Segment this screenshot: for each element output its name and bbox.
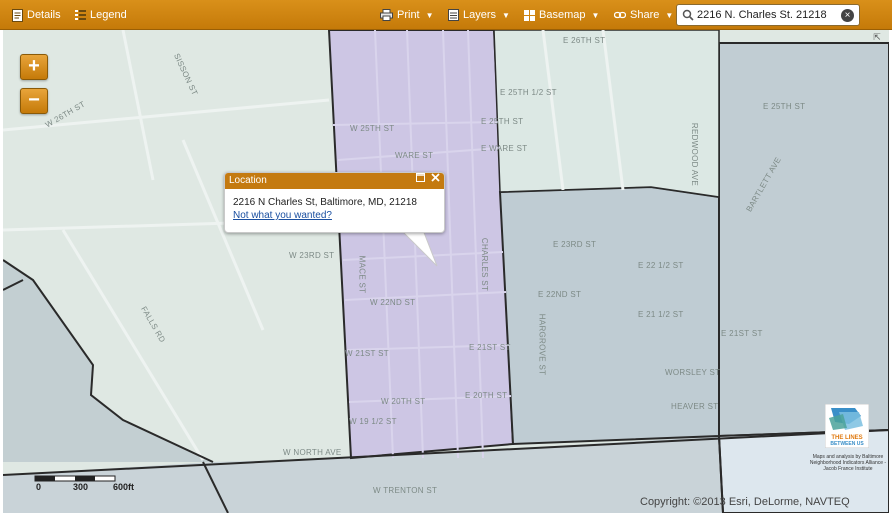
location-popup: Location 2216 N Charles St, Baltimore, M…: [224, 172, 445, 233]
street-label: W 23RD ST: [289, 251, 335, 260]
street-label: W 21ST ST: [345, 349, 389, 358]
share-label: Share: [630, 9, 660, 21]
street-label: E 25TH ST: [481, 117, 524, 126]
street-label: E 25TH ST: [763, 102, 806, 111]
legend-label: Legend: [90, 9, 127, 21]
basemap-grid-icon: [524, 9, 535, 21]
chevron-down-icon: ▼: [425, 10, 434, 20]
street-label: W NORTH AVE: [283, 448, 342, 457]
collapse-panel-icon[interactable]: ⇱: [871, 32, 883, 42]
scale-labels: 0 300 600ft: [36, 482, 146, 492]
toolbar: Details Legend Print ▼ Layers ▼ Basemap …: [0, 0, 892, 30]
legend-button[interactable]: Legend: [75, 0, 127, 30]
street-label: WORSLEY ST: [665, 368, 721, 377]
maximize-icon[interactable]: [416, 173, 425, 182]
popup-pointer: [401, 230, 438, 267]
print-label: Print: [397, 9, 420, 21]
street-label: E 23RD ST: [553, 240, 597, 249]
basemap-label: Basemap: [539, 9, 586, 21]
clear-search-icon[interactable]: ×: [841, 9, 854, 22]
layers-icon: [448, 9, 459, 21]
legend-icon: [75, 9, 86, 20]
street-label: E 21 1/2 ST: [638, 310, 684, 319]
street-label: E 21ST ST: [721, 329, 763, 338]
link-icon: [614, 11, 626, 19]
map-view[interactable]: W 25TH ST E 26TH ST E 25TH 1/2 ST E 25TH…: [3, 30, 889, 513]
street-label: E 22ND ST: [538, 290, 582, 299]
scale-label-300: 300: [73, 482, 89, 492]
copyright-text: Copyright: ©2013 Esri, DeLorme, NAVTEQ: [640, 496, 850, 508]
details-button[interactable]: Details: [12, 0, 61, 30]
street-label: E 21ST ST: [469, 343, 511, 352]
print-button[interactable]: Print ▼: [380, 0, 434, 30]
scale-label-0: 0: [36, 482, 42, 492]
street-label: W 25TH ST: [350, 124, 395, 133]
popup-header: Location: [225, 173, 444, 189]
basemap-button[interactable]: Basemap ▼: [524, 0, 599, 30]
layers-button[interactable]: Layers ▼: [448, 0, 510, 30]
search-icon: [682, 9, 694, 21]
details-label: Details: [27, 9, 61, 21]
street-label: HEAVER ST: [671, 402, 719, 411]
svg-text:BETWEEN US: BETWEEN US: [830, 441, 864, 447]
popup-address: 2216 N Charles St, Baltimore, MD, 21218: [233, 197, 417, 208]
chevron-down-icon: ▼: [502, 10, 510, 20]
zoom-in-button[interactable]: +: [20, 54, 48, 80]
street-label: E 20TH ST: [465, 391, 508, 400]
search-input[interactable]: [697, 7, 835, 23]
lines-between-us-logo: THE LINES BETWEEN US: [825, 404, 869, 448]
street-label: MACE ST: [357, 255, 367, 294]
street-label: E 22 1/2 ST: [638, 261, 684, 270]
street-label: REDWOOD AVE: [690, 122, 700, 187]
scale-bar: [34, 475, 116, 482]
street-label: W 19 1/2 ST: [349, 417, 397, 426]
street-label: E WARE ST: [481, 144, 528, 153]
street-label: WARE ST: [395, 151, 434, 160]
close-icon[interactable]: [431, 173, 440, 182]
map-canvas[interactable]: [3, 30, 889, 513]
zoom-out-button[interactable]: −: [20, 88, 48, 114]
printer-icon: [380, 9, 393, 21]
street-label: CHARLES ST: [480, 237, 490, 292]
layers-label: Layers: [463, 9, 497, 21]
street-label: HARGROVE ST: [537, 313, 547, 376]
chevron-down-icon: ▼: [591, 10, 600, 20]
street-label: W 22ND ST: [370, 298, 416, 307]
search-box: ×: [676, 4, 860, 26]
details-icon: [12, 8, 23, 22]
popup-title: Location: [229, 175, 267, 186]
street-label: E 26TH ST: [563, 36, 606, 45]
street-label: E 25TH 1/2 ST: [500, 88, 557, 97]
not-what-you-wanted-link[interactable]: Not what you wanted?: [233, 210, 332, 221]
chevron-down-icon: ▼: [665, 10, 674, 20]
street-label: W TRENTON ST: [373, 486, 438, 495]
scale-label-600: 600ft: [113, 482, 135, 492]
logo-caption: Maps and analysis by Baltimore Neighborh…: [809, 454, 887, 472]
share-button[interactable]: Share ▼: [614, 0, 673, 30]
street-label: W 20TH ST: [381, 397, 426, 406]
